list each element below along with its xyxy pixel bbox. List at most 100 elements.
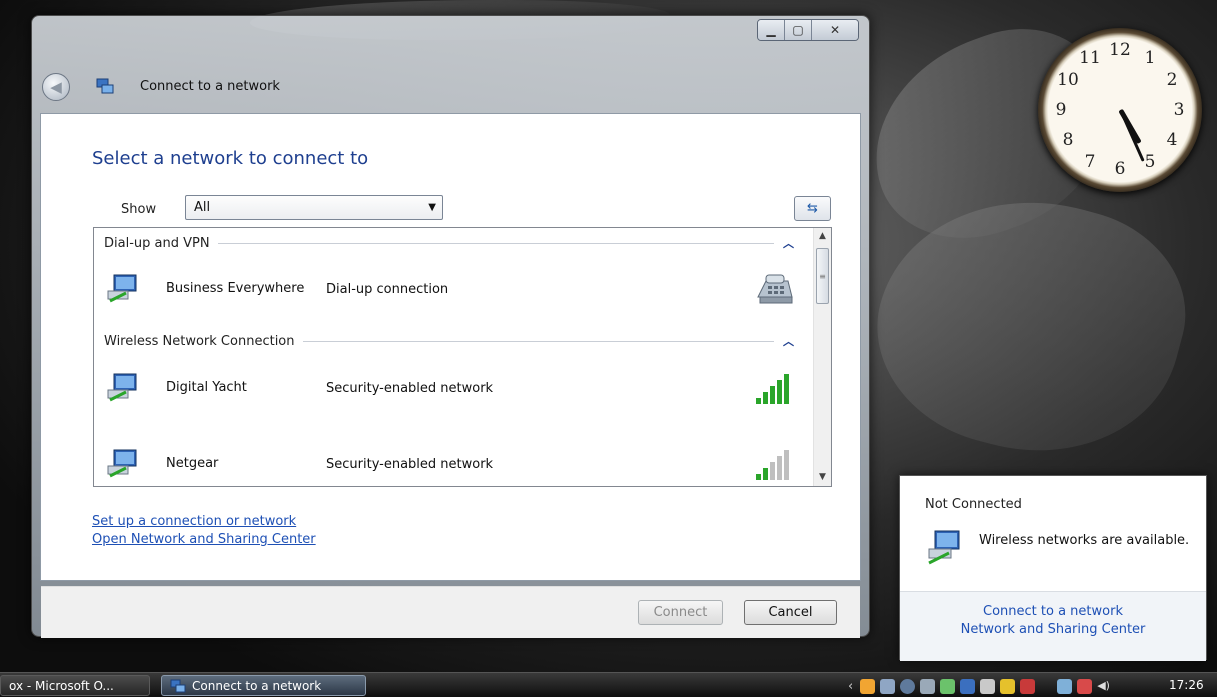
clock-numeral: 2 (1166, 70, 1178, 90)
cancel-button[interactable]: Cancel (744, 600, 837, 625)
minimize-button[interactable]: ▁ (758, 20, 785, 40)
signal-bar (763, 392, 768, 404)
back-arrow-icon: ◀ (50, 78, 62, 96)
tray-app-icon[interactable] (960, 678, 976, 694)
group-label: Dial-up and VPN (104, 235, 210, 251)
network-row[interactable]: Business Everywhere Dial-up connection (104, 269, 794, 309)
signal-strength-icon (756, 450, 789, 480)
volume-icon[interactable]: ◀) (1097, 679, 1117, 694)
shield-icon[interactable] (1000, 678, 1016, 694)
clock-numeral: 12 (1109, 40, 1131, 60)
clock-numeral: 6 (1114, 159, 1126, 179)
network-computer-icon (107, 373, 137, 402)
window-controls: ▁ ▢ ✕ (757, 19, 859, 41)
network-name: Netgear (166, 456, 219, 471)
clock-numeral: 1 (1144, 48, 1156, 68)
refresh-icon: ⇆ (807, 201, 818, 216)
clock-minute-hand (1119, 109, 1145, 162)
network-computer-icon (928, 530, 960, 565)
clock-numeral: 8 (1062, 130, 1074, 150)
signal-bar (763, 468, 768, 480)
taskbar-clock[interactable]: 17:26 (1169, 678, 1204, 692)
close-button[interactable]: ✕ (812, 20, 858, 40)
tray-app-icon[interactable] (980, 678, 996, 694)
connection-status: Not Connected (925, 497, 1022, 512)
network-sharing-center-link[interactable]: Open Network and Sharing Center (92, 532, 316, 547)
group-label: Wireless Network Connection (104, 333, 295, 349)
network-row[interactable]: Netgear Security-enabled network (104, 444, 794, 484)
dropdown-arrow-icon: ▼ (428, 202, 436, 213)
tray-app-icon[interactable] (920, 678, 936, 694)
scroll-down-icon[interactable]: ▼ (814, 469, 831, 486)
clock-numeral: 11 (1079, 48, 1101, 68)
show-label: Show (121, 202, 157, 217)
clock-numeral: 7 (1084, 152, 1096, 172)
taskbar-item-label: Connect to a network (192, 679, 322, 693)
clock-gadget[interactable]: 12 1 2 3 4 5 6 7 8 9 10 11 (1038, 28, 1202, 192)
tray-app-icon[interactable] (860, 678, 876, 694)
page-heading: Select a network to connect to (92, 148, 369, 169)
phone-icon (757, 274, 793, 304)
group-divider (302, 340, 774, 342)
signal-strength-icon (756, 374, 789, 404)
network-tray-icon[interactable] (1057, 678, 1073, 694)
clock-numeral: 4 (1166, 130, 1178, 150)
signal-bar (784, 374, 789, 404)
maximize-button[interactable]: ▢ (785, 20, 812, 40)
network-name: Business Everywhere (166, 281, 305, 296)
network-type: Security-enabled network (326, 381, 494, 396)
collapse-group-button[interactable]: ︿ (774, 333, 794, 349)
signal-bar (756, 398, 761, 404)
signal-bar (777, 380, 782, 404)
clock-numeral: 9 (1055, 100, 1067, 120)
connect-button[interactable]: Connect (638, 600, 723, 625)
network-computer-icon (107, 449, 137, 478)
clock-numeral: 5 (1144, 152, 1156, 172)
signal-bar (756, 474, 761, 480)
network-list: Dial-up and VPN ︿ Business Everywhere Di… (93, 227, 832, 487)
show-filter-value: All (194, 200, 211, 215)
networks-available-message: Wireless networks are available. (979, 533, 1190, 548)
setup-connection-link[interactable]: Set up a connection or network (92, 514, 296, 529)
signal-bar (770, 386, 775, 404)
connect-to-network-link[interactable]: Connect to a network (900, 604, 1206, 619)
signal-bar (770, 462, 775, 480)
scroll-thumb[interactable]: ≡ (816, 248, 829, 304)
network-sharing-center-link[interactable]: Network and Sharing Center (900, 622, 1206, 637)
group-header-wireless: Wireless Network Connection ︿ (104, 333, 794, 349)
tray-app-icon[interactable] (900, 678, 916, 694)
tray-app-icon[interactable] (880, 678, 896, 694)
content-panel: Select a network to connect to Show All … (40, 113, 861, 638)
dialog-footer: Connect Cancel (41, 586, 860, 638)
network-window-icon (170, 679, 186, 693)
network-window-icon (96, 78, 114, 94)
network-type: Dial-up connection (326, 282, 449, 297)
group-divider (217, 242, 774, 244)
clock-numeral: 10 (1057, 70, 1079, 90)
show-hidden-icons-icon[interactable]: ‹ (848, 679, 853, 694)
back-button[interactable]: ◀ (42, 73, 70, 101)
collapse-group-button[interactable]: ︿ (774, 235, 794, 251)
system-tray: ‹ ◀) (848, 676, 1117, 696)
network-computer-icon (107, 274, 137, 303)
tray-app-icon[interactable] (1020, 678, 1036, 694)
refresh-button[interactable]: ⇆ (794, 196, 831, 221)
network-type: Security-enabled network (326, 457, 494, 472)
signal-bar (777, 456, 782, 480)
list-scrollbar[interactable]: ▲ ≡ ▼ (813, 228, 831, 486)
tray-spacer (1040, 679, 1052, 694)
network-notification-flyout: Not Connected Wireless networks are avai… (899, 475, 1207, 661)
signal-bar (784, 450, 789, 480)
scroll-up-icon[interactable]: ▲ (814, 228, 831, 245)
clock-numeral: 3 (1173, 100, 1185, 120)
taskbar-item-connect[interactable]: Connect to a network (161, 675, 366, 696)
battery-icon[interactable] (1077, 678, 1093, 694)
flyout-links-area: Connect to a network Network and Sharing… (900, 591, 1206, 661)
network-name: Digital Yacht (166, 380, 247, 395)
taskbar-item-outlook[interactable]: ox - Microsoft O... (0, 675, 150, 696)
network-row[interactable]: Digital Yacht Security-enabled network (104, 368, 794, 408)
tray-app-icon[interactable] (940, 678, 956, 694)
window-title: Connect to a network (140, 79, 280, 94)
taskbar: ox - Microsoft O... Connect to a network… (0, 672, 1217, 697)
show-filter-dropdown[interactable]: All ▼ (185, 195, 443, 220)
